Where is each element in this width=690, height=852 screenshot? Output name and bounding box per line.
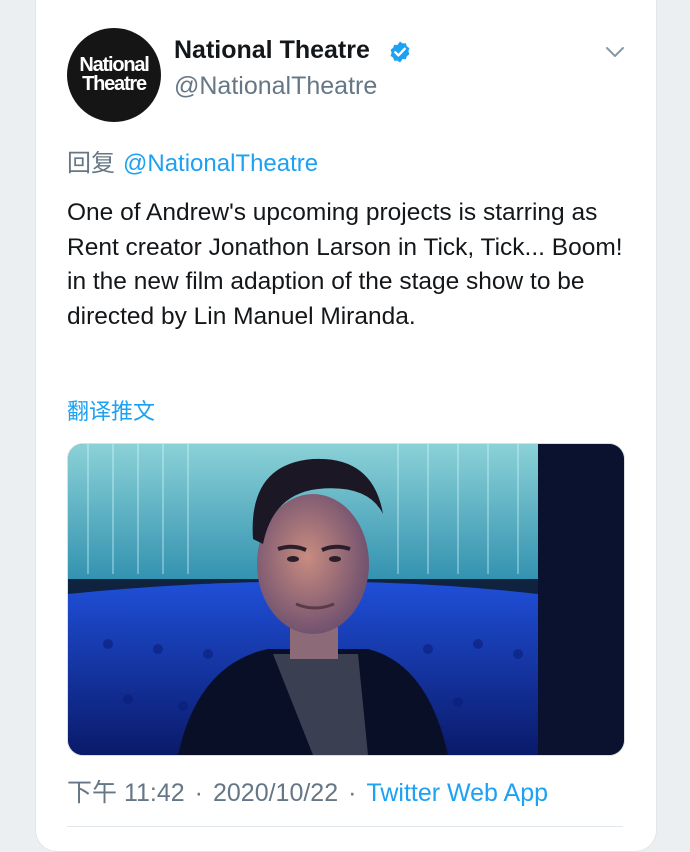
verified-badge-icon (390, 41, 410, 63)
tweet-meta: 下午 11:42 · 2020/10/22 · Twitter Web App (67, 773, 548, 809)
divider (67, 826, 623, 827)
tweet-photo[interactable] (67, 443, 625, 756)
avatar[interactable]: National Theatre (67, 28, 161, 122)
author-display-name[interactable]: National Theatre (174, 36, 370, 65)
avatar-logo-line-2: Theatre (82, 73, 147, 95)
reply-mention-link[interactable]: @NationalTheatre (123, 150, 318, 177)
tweet-date[interactable]: 2020/10/22 (213, 779, 338, 807)
tweet-text: One of Andrew's upcoming projects is sta… (67, 199, 623, 330)
separator: · (194, 779, 203, 807)
reply-context: 回复 @NationalTheatre (67, 143, 318, 178)
separator: · (348, 779, 357, 807)
author-handle[interactable]: @NationalTheatre (174, 72, 377, 101)
chevron-down-icon[interactable] (604, 44, 626, 60)
tweet-source-link[interactable]: Twitter Web App (366, 779, 548, 807)
tweet-photo-illustration (68, 444, 624, 755)
reply-prefix: 回复 (67, 150, 115, 177)
tweet-time: 下午 11:42 (67, 779, 185, 807)
translate-tweet-link[interactable]: 翻译推文 (67, 394, 155, 426)
